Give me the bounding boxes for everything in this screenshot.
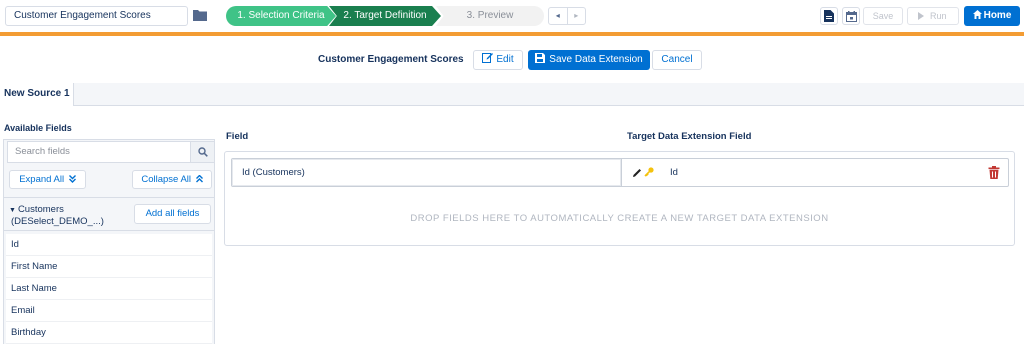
save-data-extension-label: Save Data Extension (549, 54, 643, 65)
step-preview[interactable]: 3. Preview (436, 6, 544, 26)
search-fields-input[interactable]: Search fields (7, 141, 191, 163)
expand-all-button[interactable]: Expand All (9, 170, 86, 189)
field-mapping-dropzone[interactable]: Id (Customers) Id DROP FIELDS HERE TO AU… (224, 151, 1015, 246)
save-icon (535, 53, 546, 63)
collapse-all-label: Collapse All (141, 174, 191, 185)
source-name: ▼ Customers (DESelect_DEMO_...) (9, 204, 104, 227)
save-data-extension-button[interactable]: Save Data Extension (528, 50, 650, 70)
run-label: Run (930, 11, 947, 21)
mapping-row: Id (Customers) Id (231, 158, 1009, 187)
step-selection-criteria[interactable]: 1. Selection Criteria (226, 6, 336, 26)
step-target-definition[interactable]: 2. Target Definition (329, 6, 441, 26)
list-item[interactable]: Email (6, 300, 212, 322)
field-column-header: Field (226, 131, 249, 142)
source-field-cell[interactable]: Id (Customers) (232, 159, 622, 186)
save-button[interactable]: Save (863, 7, 903, 25)
step-nav: ◂ ▸ (548, 7, 586, 25)
edit-label: Edit (496, 54, 514, 65)
edit-button[interactable]: Edit (473, 50, 523, 70)
data-extension-title: Customer Engagement Scores (318, 54, 464, 65)
source-line-1: Customers (17, 204, 64, 215)
schedule-button[interactable] (842, 7, 860, 25)
home-label: Home (983, 10, 1012, 21)
pencil-icon[interactable] (632, 168, 642, 178)
top-toolbar: Customer Engagement Scores 1. Selection … (0, 0, 1024, 32)
prev-step-button[interactable]: ◂ (549, 8, 567, 24)
field-list: Id First Name Last Name Email Birthday (6, 234, 212, 344)
double-chevron-up-icon (195, 174, 203, 183)
calendar-icon (845, 10, 857, 22)
source-customers[interactable]: ▼ Customers (DESelect_DEMO_...) Add all f… (4, 197, 214, 231)
header-divider (0, 32, 1024, 36)
double-chevron-down-icon (68, 175, 76, 183)
target-field-cell[interactable]: Id (670, 159, 678, 186)
list-item[interactable]: Birthday (6, 322, 212, 344)
run-button[interactable]: Run (907, 7, 959, 25)
document-icon (824, 10, 834, 22)
add-all-fields-button[interactable]: Add all fields (134, 204, 211, 224)
folder-icon[interactable] (193, 9, 207, 21)
expand-all-label: Expand All (19, 174, 65, 185)
list-item[interactable]: First Name (6, 256, 212, 278)
collapse-all-button[interactable]: Collapse All (132, 170, 212, 189)
edit-icon (482, 53, 494, 63)
selection-name-input[interactable]: Customer Engagement Scores (5, 6, 188, 26)
list-item[interactable]: Id (6, 234, 212, 256)
drop-zone-hint: DROP FIELDS HERE TO AUTOMATICALLY CREATE… (410, 213, 829, 224)
cancel-button[interactable]: Cancel (652, 50, 702, 70)
tab-new-source-1[interactable]: New Source 1 (0, 83, 74, 106)
next-step-button[interactable]: ▸ (566, 8, 586, 24)
play-icon (918, 12, 924, 20)
search-icon (197, 147, 208, 157)
home-icon (972, 10, 982, 19)
source-tabs: New Source 1 (0, 83, 1024, 106)
available-fields-title: Available Fields (4, 123, 72, 133)
search-button[interactable] (191, 141, 215, 163)
caret-down-icon[interactable]: ▼ (9, 207, 16, 214)
data-extension-header: Customer Engagement Scores Edit Save Dat… (0, 48, 1024, 72)
home-button[interactable]: Home (964, 6, 1020, 26)
target-column-header: Target Data Extension Field (627, 131, 752, 142)
trash-icon[interactable] (988, 166, 1000, 179)
list-item[interactable]: Last Name (6, 278, 212, 300)
document-button[interactable] (820, 7, 838, 25)
available-fields-panel: Search fields Expand All Collapse All ▼ C… (3, 139, 215, 344)
source-line-2: (DESelect_DEMO_...) (11, 216, 104, 227)
primary-key-icon[interactable] (644, 167, 654, 177)
